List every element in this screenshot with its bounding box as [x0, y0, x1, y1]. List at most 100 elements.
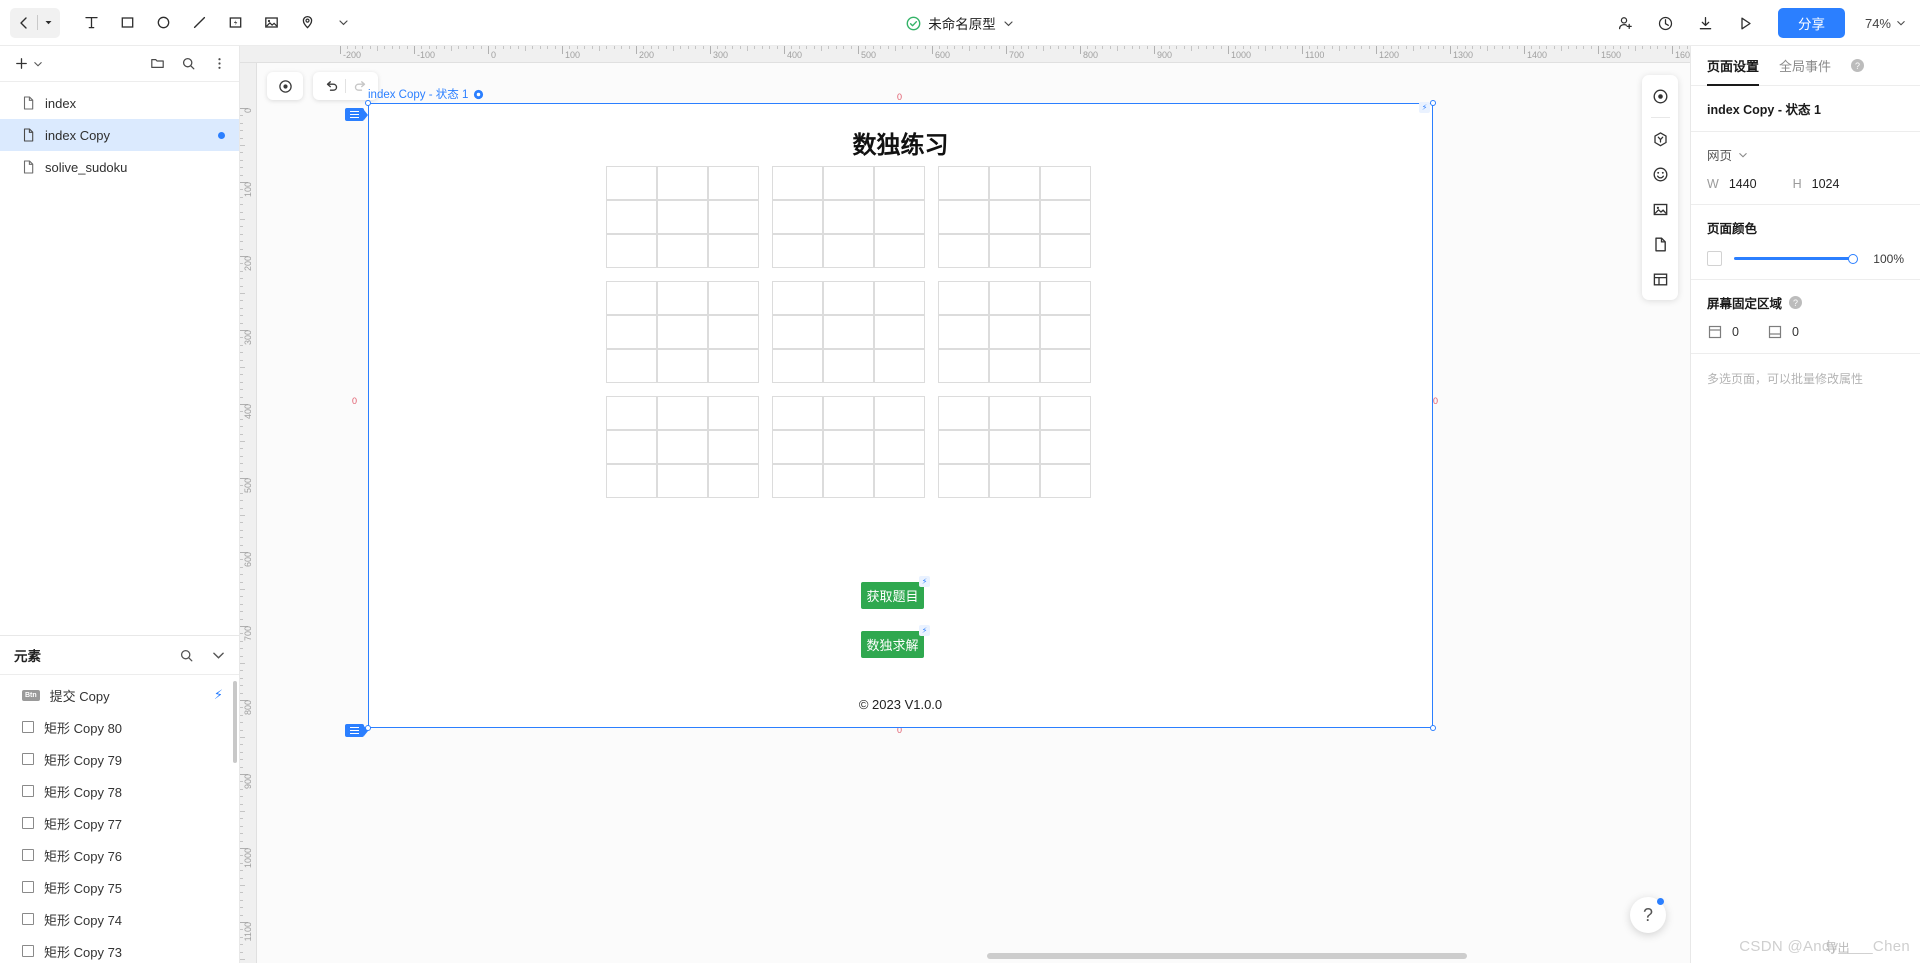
sudoku-cell[interactable] — [657, 396, 708, 430]
sudoku-cell[interactable] — [938, 234, 989, 268]
document-title[interactable]: 未命名原型 — [928, 13, 996, 33]
sudoku-cell[interactable] — [989, 200, 1040, 234]
sudoku-cell[interactable] — [1040, 315, 1091, 349]
sudoku-cell[interactable] — [938, 396, 989, 430]
sudoku-cell[interactable] — [874, 234, 925, 268]
sudoku-cell[interactable] — [823, 166, 874, 200]
get-puzzle-button[interactable]: 获取题目 ⚡ — [861, 576, 930, 609]
history-icon[interactable] — [1649, 8, 1683, 38]
back-dropdown-icon[interactable] — [44, 18, 53, 27]
sudoku-cell[interactable] — [989, 396, 1040, 430]
slider-knob[interactable] — [1848, 253, 1858, 264]
sudoku-cell[interactable] — [938, 349, 989, 383]
sudoku-cell[interactable] — [1040, 200, 1091, 234]
width-value[interactable]: 1440 — [1729, 177, 1757, 191]
sudoku-cell[interactable] — [874, 430, 925, 464]
sudoku-cell[interactable] — [1040, 430, 1091, 464]
list-item[interactable]: 矩形 Copy 80 — [0, 711, 239, 743]
list-item[interactable]: 矩形 Copy 78 — [0, 775, 239, 807]
sudoku-cell[interactable] — [938, 200, 989, 234]
search-icon[interactable] — [179, 648, 194, 663]
sudoku-cell[interactable] — [989, 234, 1040, 268]
target-icon[interactable] — [1645, 81, 1675, 111]
zoom-level-control[interactable]: 74% — [1865, 16, 1906, 31]
rectangle-tool-icon[interactable] — [110, 8, 144, 38]
sudoku-cell[interactable] — [657, 315, 708, 349]
sudoku-cell[interactable] — [708, 430, 759, 464]
interaction-tool-icon[interactable] — [218, 8, 252, 38]
title-chevron-down-icon[interactable] — [1003, 18, 1014, 29]
canvas-horizontal-scrollbar[interactable] — [987, 953, 1467, 959]
sudoku-cell[interactable] — [1040, 281, 1091, 315]
elements-list[interactable]: Btn 提交 Copy ⚡ 矩形 Copy 80 矩形 Copy 79 矩形 C… — [0, 675, 239, 963]
sudoku-cell[interactable] — [708, 396, 759, 430]
resize-handle-br[interactable] — [1430, 725, 1436, 731]
hotspot-tool-icon[interactable] — [290, 8, 324, 38]
sudoku-cell[interactable] — [938, 464, 989, 498]
sudoku-cell[interactable] — [657, 430, 708, 464]
sudoku-cell[interactable] — [708, 281, 759, 315]
sudoku-cell[interactable] — [823, 281, 874, 315]
sudoku-cell[interactable] — [1040, 349, 1091, 383]
search-icon[interactable] — [181, 56, 196, 71]
sudoku-cell[interactable] — [989, 430, 1040, 464]
back-button-group[interactable] — [10, 7, 60, 38]
solve-sudoku-button[interactable]: 数独求解 ⚡ — [861, 625, 930, 658]
sudoku-cell[interactable] — [606, 396, 657, 430]
list-item[interactable]: 矩形 Copy 74 — [0, 903, 239, 935]
layout-icon[interactable] — [1645, 264, 1675, 294]
sudoku-cell[interactable] — [772, 200, 823, 234]
sudoku-cell[interactable] — [938, 166, 989, 200]
download-icon[interactable] — [1689, 8, 1723, 38]
sudoku-cell[interactable] — [657, 349, 708, 383]
sudoku-cell[interactable] — [874, 464, 925, 498]
sudoku-cell[interactable] — [772, 396, 823, 430]
folder-icon[interactable] — [150, 56, 165, 71]
undo-icon[interactable] — [317, 73, 345, 99]
question-icon[interactable]: ? — [1789, 296, 1803, 309]
more-tools-chevron-icon[interactable] — [326, 8, 360, 38]
list-item[interactable]: 矩形 Copy 75 — [0, 871, 239, 903]
resize-handle-tl[interactable] — [365, 100, 371, 106]
sudoku-cell[interactable] — [823, 200, 874, 234]
sudoku-cell[interactable] — [657, 166, 708, 200]
image-tool-icon[interactable] — [254, 8, 288, 38]
tab-page-settings[interactable]: 页面设置 — [1707, 46, 1760, 86]
fixed-top-field[interactable]: 0 — [1707, 324, 1739, 340]
ellipse-tool-icon[interactable] — [146, 8, 180, 38]
sudoku-cell[interactable] — [989, 166, 1040, 200]
event-lightning-icon[interactable]: ⚡ — [919, 576, 930, 587]
back-icon[interactable] — [17, 16, 31, 30]
help-button[interactable]: ? — [1630, 897, 1666, 933]
sudoku-cell[interactable] — [874, 281, 925, 315]
sudoku-cell[interactable] — [1040, 396, 1091, 430]
sudoku-cell[interactable] — [874, 349, 925, 383]
resize-handle-bl[interactable] — [365, 725, 371, 731]
sudoku-cell[interactable] — [1040, 166, 1091, 200]
list-item[interactable]: 矩形 Copy 76 — [0, 839, 239, 871]
text-tool-icon[interactable] — [74, 8, 108, 38]
sudoku-cell[interactable] — [708, 234, 759, 268]
canvas-area[interactable]: index Copy - 状态 1 0 0 0 0 ⚡ 数独练习 获取题目 ⚡ … — [257, 63, 1690, 963]
chevron-down-icon[interactable] — [1738, 150, 1748, 160]
sudoku-cell[interactable] — [989, 349, 1040, 383]
sudoku-cell[interactable] — [823, 315, 874, 349]
add-member-icon[interactable] — [1609, 8, 1643, 38]
sudoku-cell[interactable] — [823, 396, 874, 430]
sudoku-cell[interactable] — [874, 396, 925, 430]
sudoku-cell[interactable] — [657, 281, 708, 315]
image-icon[interactable] — [1645, 194, 1675, 224]
sudoku-cell[interactable] — [708, 166, 759, 200]
sudoku-cell[interactable] — [606, 464, 657, 498]
sudoku-cell[interactable] — [874, 315, 925, 349]
sudoku-cell[interactable] — [989, 281, 1040, 315]
sudoku-cell[interactable] — [772, 349, 823, 383]
sudoku-cell[interactable] — [938, 281, 989, 315]
sudoku-cell[interactable] — [708, 464, 759, 498]
sudoku-cell[interactable] — [657, 234, 708, 268]
fixed-bottom-field[interactable]: 0 — [1767, 324, 1799, 340]
sudoku-cell[interactable] — [772, 430, 823, 464]
artboard-event-icon[interactable]: ⚡ — [1419, 102, 1430, 113]
artboard-label[interactable]: index Copy - 状态 1 — [368, 86, 484, 102]
sudoku-cell[interactable] — [606, 315, 657, 349]
